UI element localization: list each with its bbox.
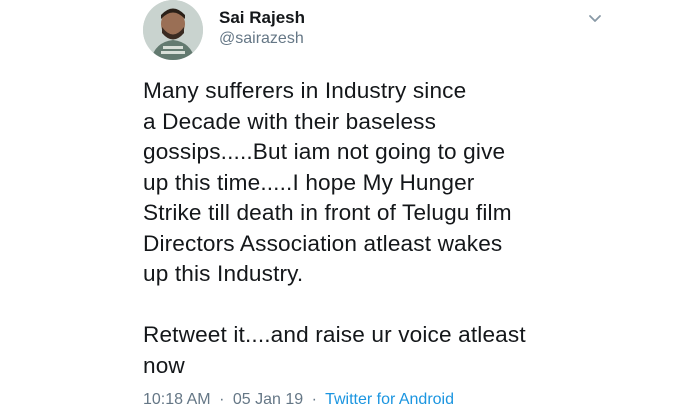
tweet-card: Sai Rajesh @sairazesh Many sufferers in …: [0, 0, 700, 420]
user-meta: Sai Rajesh @sairazesh: [219, 8, 305, 49]
separator-dot: ·: [219, 391, 225, 408]
tweet-source-link[interactable]: Twitter for Android: [325, 391, 454, 408]
display-name[interactable]: Sai Rajesh: [219, 8, 305, 28]
tweet-date[interactable]: 05 Jan 19: [233, 391, 303, 408]
tweet-text: Many sufferers in Industry since a Decad…: [143, 78, 526, 378]
avatar-image: [143, 0, 203, 60]
tweet-time[interactable]: 10:18 AM: [143, 391, 211, 408]
user-handle[interactable]: @sairazesh: [219, 29, 305, 49]
separator-dot: ·: [311, 391, 317, 408]
tweet-header: Sai Rajesh @sairazesh: [143, 0, 700, 60]
avatar[interactable]: [143, 0, 203, 60]
chevron-down-icon[interactable]: [587, 10, 603, 26]
tweet-footer: 10:18 AM · 05 Jan 19 · Twitter for Andro…: [143, 390, 454, 410]
